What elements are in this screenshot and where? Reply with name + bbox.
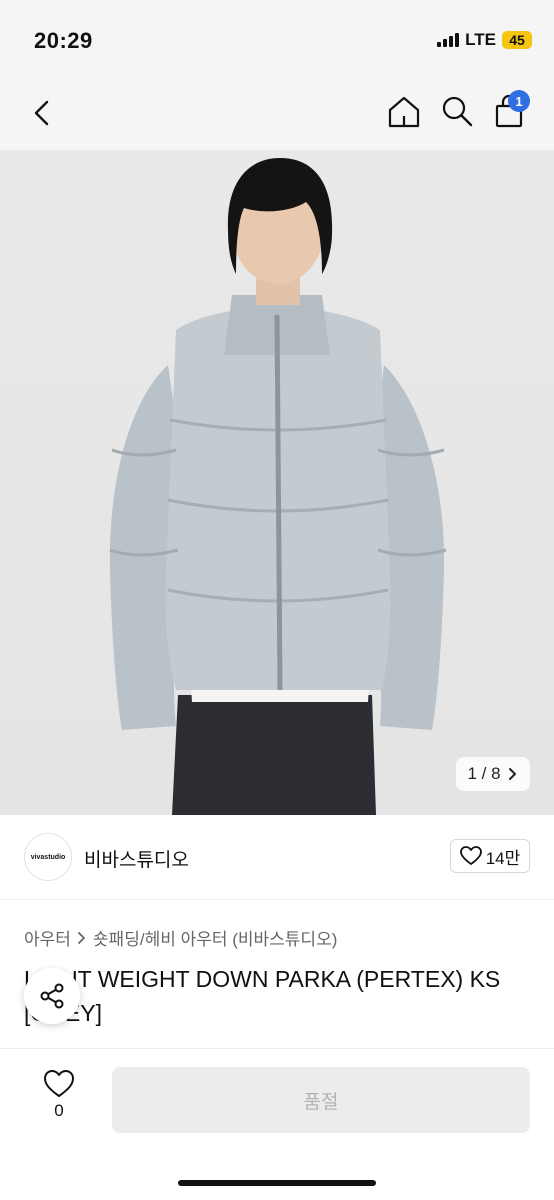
wishlist-count: 0 <box>54 1101 64 1120</box>
status-indicators: LTE 45 <box>437 30 532 50</box>
share-button[interactable] <box>24 968 80 1024</box>
image-counter-label: 1 / 8 <box>467 764 501 783</box>
back-button[interactable] <box>26 96 60 130</box>
seller-name[interactable]: 비바스튜디오 <box>84 845 189 872</box>
image-counter[interactable]: 1 / 8 <box>456 757 530 791</box>
breadcrumb: 아우터 숏패딩/헤비 아우터 (비바스튜디오) <box>24 925 337 950</box>
chevron-right-icon <box>508 768 516 780</box>
battery-icon: 45 <box>502 31 532 49</box>
network-label: LTE <box>465 30 496 49</box>
seller-like-count: 14만 <box>485 848 521 868</box>
seller-logo-text: vivastudio <box>30 853 66 861</box>
product-title: LIGHT WEIGHT DOWN PARKA (PERTEX) KS [GRE… <box>24 966 501 1026</box>
wishlist-button[interactable]: 0 <box>36 1069 82 1129</box>
status-time: 20:29 <box>34 28 93 53</box>
seller-like-button[interactable]: 14만 <box>450 839 530 873</box>
seller-logo[interactable]: vivastudio <box>24 833 72 881</box>
product-photo <box>109 158 447 815</box>
home-button[interactable] <box>386 94 422 130</box>
home-indicator <box>178 1180 376 1186</box>
chevron-right-icon <box>78 931 85 944</box>
breadcrumb-subcategory[interactable]: 숏패딩/헤비 아우터 (비바스튜디오) <box>93 925 337 950</box>
product-image[interactable] <box>0 150 554 815</box>
search-icon <box>442 96 473 127</box>
status-bar: 20:29 LTE 45 <box>0 0 554 80</box>
home-icon <box>388 96 420 128</box>
search-button[interactable] <box>440 94 474 128</box>
chevron-left-icon <box>34 100 49 126</box>
nav-bar <box>0 80 554 150</box>
heart-icon <box>459 846 482 865</box>
heart-icon <box>44 1070 74 1097</box>
bottom-action-bar: 0 품절 <box>0 1048 554 1200</box>
share-icon <box>40 983 64 1009</box>
seller-row: vivastudio 비바스튜디오 14만 <box>0 815 554 900</box>
signal-icon <box>437 33 460 47</box>
breadcrumb-category[interactable]: 아우터 <box>24 925 71 950</box>
cart-count-badge: 1 <box>508 90 530 112</box>
sold-out-button[interactable]: 품절 <box>112 1067 530 1133</box>
